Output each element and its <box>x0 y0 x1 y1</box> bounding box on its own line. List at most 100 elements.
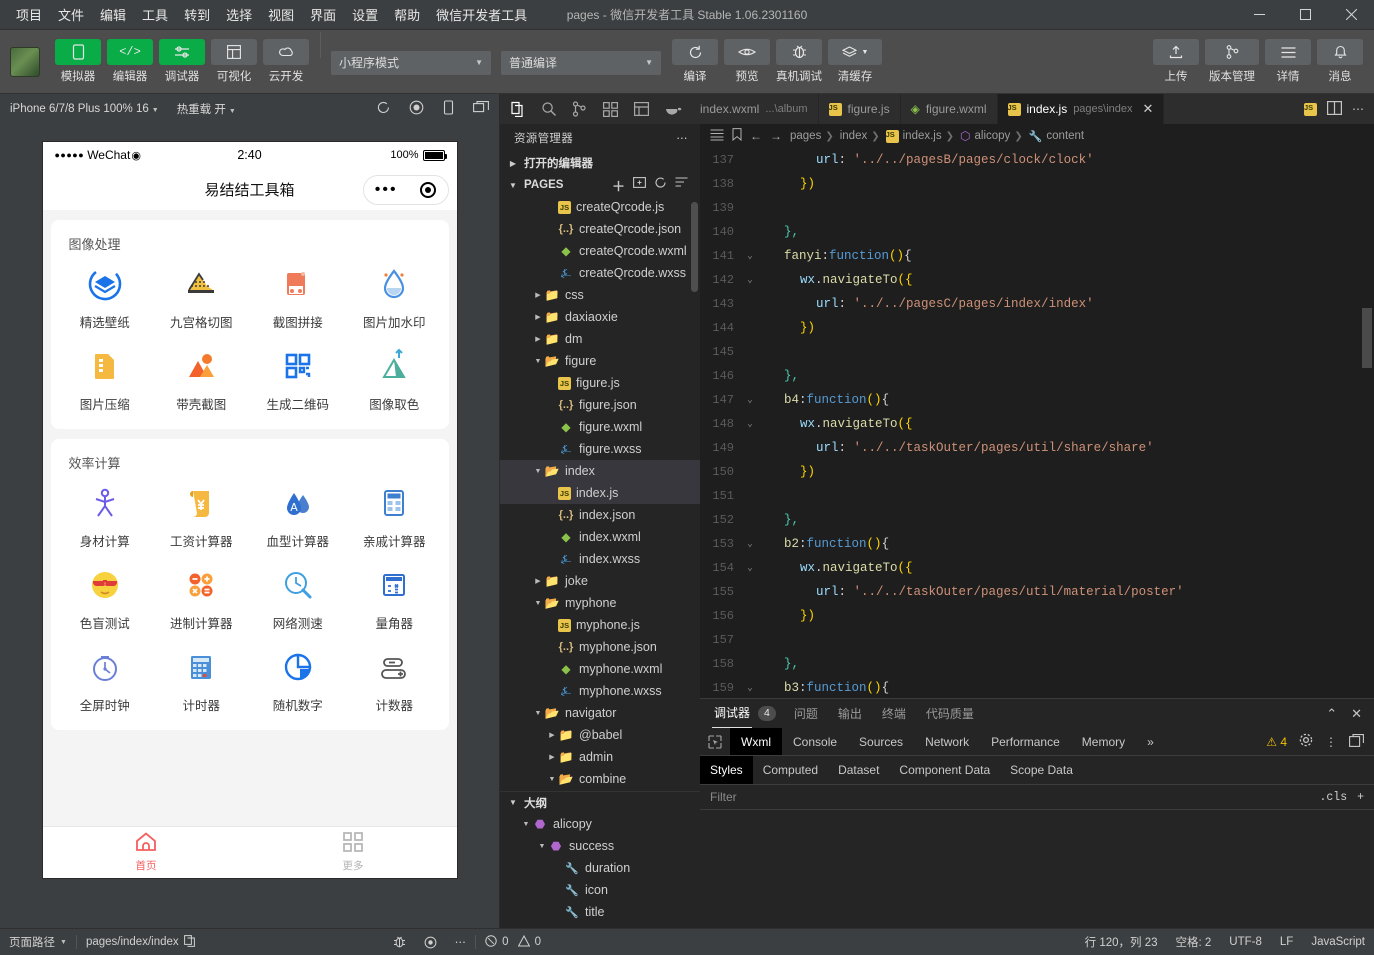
wechat-capsule[interactable]: ••• <box>363 175 449 205</box>
panel-tab-output[interactable]: 输出 <box>836 700 864 728</box>
mode-select[interactable]: 小程序模式 ▼ <box>331 51 491 75</box>
twisty-icon[interactable]: ▼ <box>546 776 558 783</box>
app-item-shellshot[interactable]: 带壳截图 <box>153 345 250 413</box>
app-item-colorpick[interactable]: 图像取色 <box>346 345 443 413</box>
fold-toggle-icon[interactable]: ⌄ <box>742 251 758 261</box>
toolbar-compile-button[interactable]: 编译 <box>671 39 719 84</box>
editor-tab-index-js[interactable]: JS index.js pages\index ✕ <box>998 94 1165 124</box>
tree-item[interactable]: JScreateQrcode.js <box>500 196 700 218</box>
outline-item[interactable]: 🔧icon <box>500 879 700 901</box>
fold-toggle-icon[interactable]: ⌄ <box>742 563 758 573</box>
maximize-button[interactable] <box>1282 0 1328 30</box>
outline-item[interactable]: ▼⬣alicopy <box>500 813 700 835</box>
style-tab-componentdata[interactable]: Component Data <box>889 756 1000 784</box>
menu-item-select[interactable]: 选择 <box>218 1 260 28</box>
toolbar-cloud-button[interactable]: 云开发 <box>262 39 310 84</box>
problems-status[interactable]: 0 0 <box>476 929 550 955</box>
source-control-icon[interactable] <box>564 94 595 124</box>
twisty-icon[interactable]: ▶ <box>546 753 558 761</box>
more-icon[interactable]: ⋯ <box>676 131 688 145</box>
tree-item[interactable]: ◆figure.wxml <box>500 416 700 438</box>
more-icon[interactable]: ⋯ <box>1352 102 1364 116</box>
style-tab-dataset[interactable]: Dataset <box>828 756 889 784</box>
add-rule-button[interactable]: + <box>1357 791 1364 804</box>
app-item-protractor[interactable]: 量角器 <box>346 564 443 632</box>
minimize-button[interactable] <box>1236 0 1282 30</box>
app-item-ninegrid[interactable]: 九宫格切图 <box>153 263 250 331</box>
code-viewport[interactable]: 137url: '../../pagesB/pages/clock/clock'… <box>700 148 1374 698</box>
app-item-watermark[interactable]: 图片加水印 <box>346 263 443 331</box>
tree-item[interactable]: ⍼index.wxss <box>500 548 700 570</box>
files-icon[interactable] <box>502 94 533 124</box>
menu-item-project[interactable]: 项目 <box>8 1 50 28</box>
twisty-icon[interactable]: ▶ <box>532 335 544 343</box>
open-editors-section[interactable]: ▶ 打开的编辑器 <box>500 152 700 174</box>
breadcrumb-alicopy[interactable]: ⬡alicopy❯ <box>960 129 1023 143</box>
tree-item[interactable]: ⍼createQrcode.wxss <box>500 262 700 284</box>
close-target-icon[interactable] <box>420 182 436 198</box>
panel-tab-codequality[interactable]: 代码质量 <box>924 700 976 728</box>
rotate-icon[interactable] <box>442 100 455 118</box>
tree-item[interactable]: ▶📁daxiaoxie <box>500 306 700 328</box>
cls-button[interactable]: .cls <box>1319 791 1347 804</box>
back-arrow-icon[interactable]: ← <box>750 129 762 143</box>
toolbar-visual-button[interactable]: 可视化 <box>210 39 258 84</box>
style-tab-styles[interactable]: Styles <box>700 756 753 784</box>
tree-item[interactable]: {..}index.json <box>500 504 700 526</box>
element-picker-icon[interactable] <box>700 735 730 749</box>
tree-item[interactable]: JSmyphone.js <box>500 614 700 636</box>
toolbar-upload-button[interactable]: 上传 <box>1152 39 1200 84</box>
page-path-value-item[interactable]: pages/index/index <box>77 929 204 955</box>
hot-reload-select[interactable]: 热重载 开▼ <box>177 101 236 117</box>
twisty-icon[interactable]: ▼ <box>532 600 544 607</box>
app-item-body[interactable]: 身材计算 <box>57 482 154 550</box>
app-item-salary[interactable]: 工资计算器 <box>153 482 250 550</box>
copy-icon[interactable] <box>184 935 195 950</box>
forward-arrow-icon[interactable]: → <box>770 129 782 143</box>
devtool-tab-performance[interactable]: Performance <box>980 728 1071 755</box>
tree-item[interactable]: ◆index.wxml <box>500 526 700 548</box>
refresh-icon[interactable] <box>654 176 667 195</box>
panel-tab-debugger[interactable]: 调试器 <box>712 699 752 728</box>
app-item-compress[interactable]: 图片压缩 <box>57 345 154 413</box>
twisty-icon[interactable]: ▼ <box>532 468 544 475</box>
collapse-icon[interactable] <box>675 176 688 195</box>
indent-setting[interactable]: 空格: 2 <box>1167 934 1221 950</box>
app-item-radix[interactable]: 进制计算器 <box>153 564 250 632</box>
tree-item[interactable]: ▶📁joke <box>500 570 700 592</box>
tree-item[interactable]: ▶📁dm <box>500 328 700 350</box>
tree-item[interactable]: ⍼myphone.wxss <box>500 680 700 702</box>
app-item-counter[interactable]: 计数器 <box>346 646 443 714</box>
menu-item-view[interactable]: 视图 <box>260 1 302 28</box>
multiscreen-icon[interactable] <box>473 101 489 118</box>
toolbar-realdevice-button[interactable]: 真机调试 <box>775 39 823 84</box>
tree-item[interactable]: ▶📁css <box>500 284 700 306</box>
toolbar-message-button[interactable]: 消息 <box>1316 39 1364 84</box>
toolbar-debugger-button[interactable]: 调试器 <box>158 39 206 84</box>
toolbar-version-button[interactable]: 版本管理 <box>1204 39 1260 84</box>
editor-tab-figure-js[interactable]: JS figure.js <box>819 94 901 124</box>
twisty-icon[interactable]: ▼ <box>536 843 548 850</box>
editor-tab-figure-wxml[interactable]: ◈ figure.wxml <box>901 94 998 124</box>
devtool-tab-sources[interactable]: Sources <box>848 728 914 755</box>
settings-icon[interactable] <box>1299 733 1313 750</box>
breadcrumb-pages[interactable]: pages❯ <box>790 130 834 142</box>
tree-item[interactable]: ◆myphone.wxml <box>500 658 700 680</box>
app-item-timer[interactable]: 计时器 <box>153 646 250 714</box>
tree-item[interactable]: ▶📁@babel <box>500 724 700 746</box>
page-path-selector[interactable]: 页面路径 ▼ <box>0 929 76 955</box>
outline-item[interactable]: 🔧duration <box>500 857 700 879</box>
tree-item[interactable]: ▼📂index <box>500 460 700 482</box>
split-editor-icon[interactable] <box>1327 101 1342 118</box>
tree-item[interactable]: JSindex.js <box>500 482 700 504</box>
tab-more[interactable]: 更多 <box>250 827 457 878</box>
dock-icon[interactable] <box>1349 734 1364 750</box>
device-select[interactable]: iPhone 6/7/8 Plus 100% 16▼ <box>10 103 159 115</box>
collapse-icon[interactable]: ⌃ <box>1326 706 1337 722</box>
breadcrumb-index[interactable]: index❯ <box>840 130 880 142</box>
menu-item-goto[interactable]: 转到 <box>176 1 218 28</box>
layout-panel-icon[interactable] <box>626 94 657 124</box>
devtool-overflow-icon[interactable]: » <box>1136 728 1165 755</box>
tree-item[interactable]: {..}createQrcode.json <box>500 218 700 240</box>
filter-input[interactable]: Filter <box>710 790 737 804</box>
